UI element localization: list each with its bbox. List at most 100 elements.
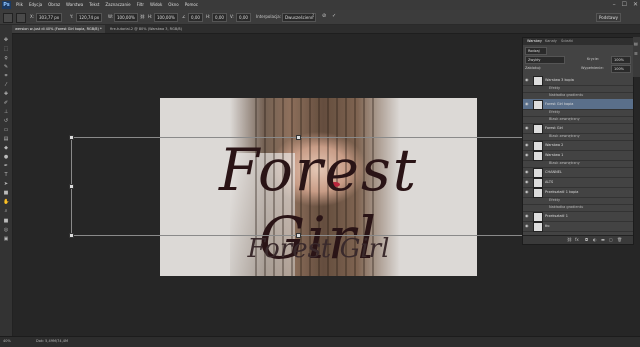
transform-handle-top[interactable] <box>296 135 301 140</box>
x-field[interactable]: 303,77 px <box>36 13 63 22</box>
layer-name: ALTS <box>545 180 554 184</box>
y-field[interactable]: 120,74 px <box>76 13 103 22</box>
move-tool-preset-icon[interactable] <box>3 13 13 23</box>
cancel-transform-icon[interactable]: ⊘ <box>322 13 326 19</box>
mode-row: Zwykły Krycie: 100% <box>525 56 631 64</box>
visibility-eye-icon[interactable]: ◉ <box>525 140 529 150</box>
clone-stamp-tool-icon[interactable]: ⊥ <box>3 109 9 115</box>
layer-name: Forest Girl kopia <box>545 102 574 106</box>
new-layer-icon[interactable]: ▢ <box>609 237 613 242</box>
blend-mode-select[interactable]: Zwykły <box>525 56 565 64</box>
type-tool-icon[interactable]: T <box>3 172 9 178</box>
brush-tool-icon[interactable]: ✐ <box>3 100 9 106</box>
tab-forest-girl[interactable]: wersion w-just di 40% (Forest Girl kopia… <box>12 25 105 33</box>
close-button[interactable]: ✕ <box>633 1 638 8</box>
zoom-level[interactable]: 40% <box>3 339 11 343</box>
warp-icon[interactable]: ⌇ <box>312 13 314 19</box>
menu-file[interactable]: Plik <box>16 2 23 7</box>
path-select-tool-icon[interactable]: ➤ <box>3 181 9 187</box>
link-icon[interactable]: ⛓ <box>140 14 145 19</box>
menu-layer[interactable]: Warstwa <box>66 2 83 7</box>
hand-tool-icon[interactable]: ✋ <box>3 199 9 205</box>
menu-filter[interactable]: Filtr <box>137 2 144 7</box>
tab-layers[interactable]: Warstwy <box>527 39 542 43</box>
transform-handle-top-left[interactable] <box>69 135 74 140</box>
x-label: X: <box>30 14 35 19</box>
menu-window[interactable]: Okno <box>168 2 178 7</box>
tab-channels[interactable]: Kanały <box>545 39 557 43</box>
quick-select-tool-icon[interactable]: ✎ <box>3 64 9 70</box>
minimize-button[interactable]: – <box>613 1 616 8</box>
visibility-eye-icon[interactable]: ◉ <box>525 150 529 160</box>
folder-icon[interactable]: ▬ <box>601 237 605 242</box>
layer-name: Efekty <box>549 110 561 114</box>
fx-icon[interactable]: fx <box>575 237 579 242</box>
layer-name: Efekty <box>549 86 561 90</box>
visibility-eye-icon[interactable]: ◉ <box>525 123 529 133</box>
crop-tool-icon[interactable]: ⌗ <box>3 73 9 79</box>
mask-icon[interactable]: ◘ <box>585 237 588 242</box>
adjustment-icon[interactable]: ◐ <box>593 237 597 242</box>
fill-field[interactable]: 100% <box>611 65 631 73</box>
maximize-button[interactable]: ☐ <box>622 1 627 8</box>
reference-point-icon[interactable] <box>16 13 26 23</box>
visibility-eye-icon[interactable]: ◉ <box>525 99 529 109</box>
menu-edit[interactable]: Edycja <box>29 2 42 7</box>
visibility-eye-icon[interactable]: ◉ <box>525 75 529 85</box>
opacity-field[interactable]: 100% <box>611 56 631 64</box>
marquee-tool-icon[interactable]: ⬚ <box>3 46 9 52</box>
filter-kind-select[interactable]: Rodzaj <box>525 47 547 55</box>
history-brush-tool-icon[interactable]: ↺ <box>3 118 9 124</box>
dodge-tool-icon[interactable]: ● <box>3 154 9 160</box>
layer-row[interactable]: ◉ tło <box>523 221 633 232</box>
h-field[interactable]: 100,00% <box>154 13 178 22</box>
tab-fire-tutorial[interactable]: fire-tutorial-2 @ 80% (Warstwa 3, RGB/8) <box>107 25 185 33</box>
layers-panel-footer: ⛓ fx ◘ ◐ ▬ ▢ 🗑 <box>523 235 633 244</box>
interpolation-label: Interpolacja: <box>256 14 282 19</box>
document-size: Dok: 5,49M/74,4M <box>36 339 68 343</box>
visibility-eye-icon[interactable]: ◉ <box>525 187 529 197</box>
eraser-tool-icon[interactable]: ▭ <box>3 127 9 133</box>
w-field[interactable]: 100,00% <box>114 13 138 22</box>
fill-label: Wypełnienie: <box>581 66 604 70</box>
workspace-select[interactable]: Podstawy <box>596 13 621 22</box>
menu-view[interactable]: Widok <box>150 2 162 7</box>
pen-tool-icon[interactable]: ✒ <box>3 163 9 169</box>
lasso-tool-icon[interactable]: ϙ <box>3 55 9 61</box>
skew-h-field[interactable]: 0,00 <box>212 13 227 22</box>
history-icon[interactable]: ▤ <box>634 41 638 46</box>
transform-handle-bottom-left[interactable] <box>69 233 74 238</box>
y-label: Y: <box>70 14 74 19</box>
move-tool-icon[interactable]: ✥ <box>3 37 9 43</box>
screen-mode-icon[interactable]: ▣ <box>3 236 9 242</box>
shape-tool-icon[interactable]: ■ <box>3 190 9 196</box>
transform-handle-left[interactable] <box>69 184 74 189</box>
menu-type[interactable]: Tekst <box>89 2 99 7</box>
healing-tool-icon[interactable]: ✚ <box>3 91 9 97</box>
properties-icon[interactable]: ☰ <box>634 51 638 56</box>
visibility-eye-icon[interactable]: ◉ <box>525 221 529 231</box>
panel-tabs: Warstwy Kanały Ścieżki <box>523 38 633 45</box>
foreground-color-icon[interactable]: ■ <box>3 218 9 224</box>
visibility-eye-icon[interactable]: ◉ <box>525 177 529 187</box>
transform-bounding-box[interactable] <box>69 135 529 238</box>
blur-tool-icon[interactable]: ◆ <box>3 145 9 151</box>
zoom-tool-icon[interactable]: ⌕ <box>3 208 9 214</box>
layer-name: Warstwa 3 kopia <box>545 78 574 82</box>
quick-mask-icon[interactable]: ◎ <box>3 227 9 233</box>
menu-select[interactable]: Zaznaczanie <box>105 2 130 7</box>
gradient-tool-icon[interactable]: ▤ <box>3 136 9 142</box>
eyedropper-tool-icon[interactable]: ⁄ <box>3 82 9 88</box>
menu-list: Plik Edycja Obraz Warstwa Tekst Zaznacza… <box>16 2 198 7</box>
visibility-eye-icon[interactable]: ◉ <box>525 211 529 221</box>
trash-icon[interactable]: 🗑 <box>617 237 622 242</box>
commit-transform-icon[interactable]: ✓ <box>332 13 336 19</box>
transform-handle-bottom[interactable] <box>296 233 301 238</box>
angle-field[interactable]: 0,00 <box>188 13 203 22</box>
link-layers-icon[interactable]: ⛓ <box>567 237 572 242</box>
menu-image[interactable]: Obraz <box>48 2 60 7</box>
visibility-eye-icon[interactable]: ◉ <box>525 167 529 177</box>
tab-paths[interactable]: Ścieżki <box>561 39 573 43</box>
skew-v-field[interactable]: 0,00 <box>236 13 251 22</box>
menu-help[interactable]: Pomoc <box>185 2 198 7</box>
